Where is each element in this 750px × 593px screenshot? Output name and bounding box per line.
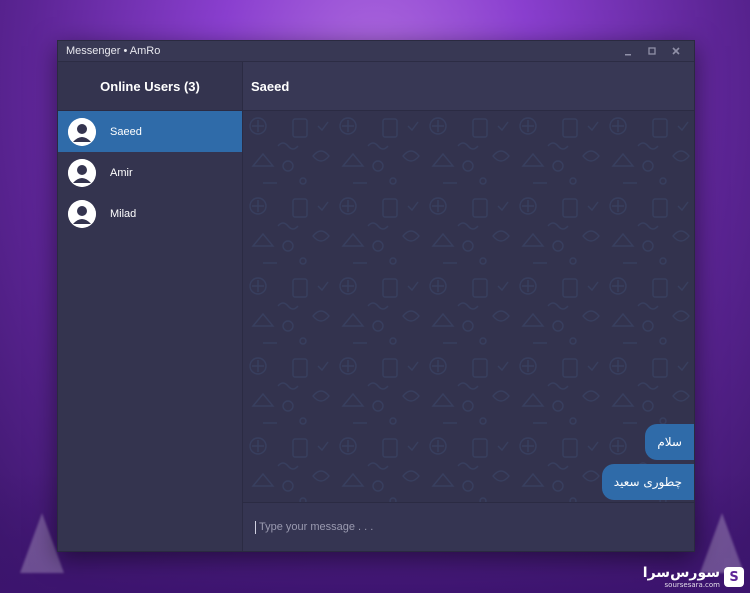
watermark-sub: soursesara.com — [664, 581, 720, 589]
user-avatar-icon — [68, 117, 96, 146]
message-list: سلام چطوری سعید — [601, 420, 694, 500]
window-title: Messenger • AmRo — [66, 45, 161, 57]
close-icon — [672, 47, 680, 55]
watermark-text: سورس‌سرا — [642, 565, 720, 581]
maximize-button[interactable] — [642, 41, 662, 61]
message-input-row — [243, 502, 694, 551]
message-area[interactable]: سلام چطوری سعید — [243, 111, 694, 502]
user-name: Amir — [110, 166, 133, 179]
close-button[interactable] — [666, 41, 686, 61]
watermark: سورس‌سرا soursesara.com S — [643, 565, 744, 589]
user-item-amir[interactable]: Amir — [58, 152, 242, 193]
message-bubble: سلام — [645, 424, 694, 460]
chat-header: Saeed — [243, 62, 694, 111]
chat-recipient-name: Saeed — [251, 78, 290, 94]
minimize-icon — [625, 54, 631, 56]
user-list: Saeed Amir Milad — [58, 111, 242, 234]
user-name: Milad — [110, 207, 137, 220]
user-avatar-icon — [68, 158, 96, 187]
watermark-logo-icon: S — [724, 567, 744, 587]
online-users-header: Online Users (3) — [58, 62, 242, 111]
desktop-decoration — [700, 513, 744, 573]
user-avatar-icon — [68, 199, 96, 228]
title-bar: Messenger • AmRo — [58, 41, 694, 62]
message-bubble: چطوری سعید — [601, 464, 694, 500]
maximize-icon — [648, 47, 656, 55]
minimize-button[interactable] — [618, 41, 638, 61]
message-input[interactable] — [256, 520, 694, 534]
user-name: Saeed — [110, 125, 142, 138]
text-caret — [255, 520, 256, 534]
online-users-sidebar: Online Users (3) Saeed Amir Milad — [58, 62, 243, 551]
chat-panel: Saeed سلام چطوری سعید Type your message … — [243, 62, 694, 551]
messenger-window: Messenger • AmRo Online Users (3) Saeed A… — [57, 40, 695, 552]
user-item-saeed[interactable]: Saeed — [58, 111, 242, 152]
user-item-milad[interactable]: Milad — [58, 193, 242, 234]
